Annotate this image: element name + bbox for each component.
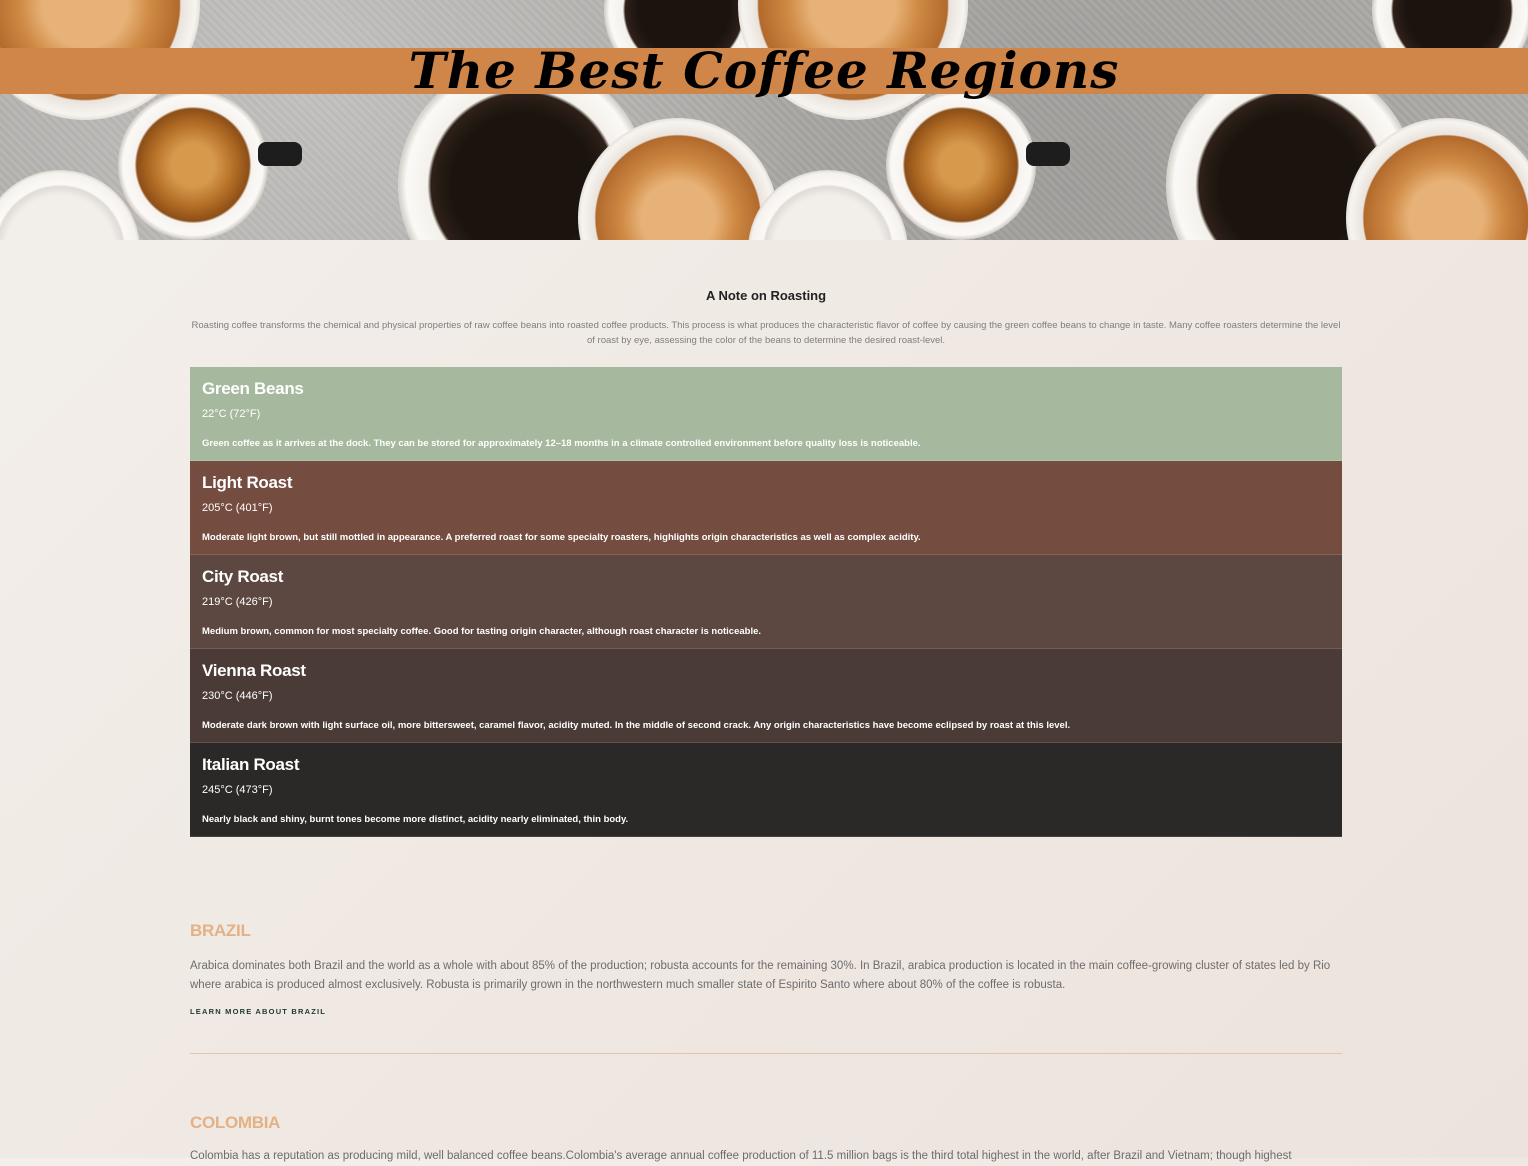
roasting-note-heading: A Note on Roasting [705, 288, 827, 303]
region-text-colombia: Colombia has a reputation as producing m… [190, 1150, 1292, 1162]
section-divider [190, 1053, 1342, 1054]
roast-description: Nearly black and shiny, burnt tones beco… [202, 814, 629, 825]
roast-description: Moderate light brown, but still mottled … [202, 532, 921, 543]
roast-name: Green Beans [202, 379, 304, 398]
coffee-cup-espresso [118, 90, 268, 240]
roast-row-city-roast: City Roast 219°C (426°F) Medium brown, c… [190, 555, 1342, 649]
roast-temperature: 205°C (401°F) [202, 502, 273, 514]
roast-description: Moderate dark brown with light surface o… [202, 720, 1071, 731]
region-text-brazil: Arabica dominates both Brazil and the wo… [190, 960, 1331, 991]
roast-name: Light Roast [202, 473, 293, 492]
roast-temperature: 245°C (473°F) [202, 784, 273, 796]
roast-name: Italian Roast [202, 755, 300, 774]
roast-description: Medium brown, common for most specialty … [202, 626, 762, 637]
roasting-note-text: Roasting coffee transforms the chemical … [191, 320, 1341, 346]
roast-temperature: 22°C (72°F) [202, 408, 261, 420]
roast-row-italian-roast: Italian Roast 245°C (473°F) Nearly black… [190, 743, 1342, 837]
roast-description: Green coffee as it arrives at the dock. … [202, 438, 921, 449]
roast-row-green-beans: Green Beans 22°C (72°F) Green coffee as … [190, 367, 1342, 461]
hero-banner: The Best Coffee Regions [0, 0, 1528, 240]
roast-name: City Roast [202, 567, 284, 586]
cup-handle [258, 142, 302, 166]
page-title: The Best Coffee Regions [408, 41, 1120, 100]
roast-temperature: 219°C (426°F) [202, 596, 273, 608]
region-title-brazil: BRAZIL [190, 921, 251, 940]
roast-temperature: 230°C (446°F) [202, 690, 273, 702]
roast-row-vienna-roast: Vienna Roast 230°C (446°F) Moderate dark… [190, 649, 1342, 743]
roast-name: Vienna Roast [202, 661, 306, 680]
roast-levels-list: Green Beans 22°C (72°F) Green coffee as … [190, 367, 1342, 837]
learn-more-brazil-link[interactable]: LEARN MORE ABOUT BRAZIL [190, 1007, 326, 1016]
coffee-cup-espresso [886, 90, 1036, 240]
cup-handle [1026, 142, 1070, 166]
roast-row-light-roast: Light Roast 205°C (401°F) Moderate light… [190, 461, 1342, 555]
coffee-cup-milk [748, 170, 908, 240]
region-title-colombia: COLOMBIA [190, 1113, 281, 1132]
